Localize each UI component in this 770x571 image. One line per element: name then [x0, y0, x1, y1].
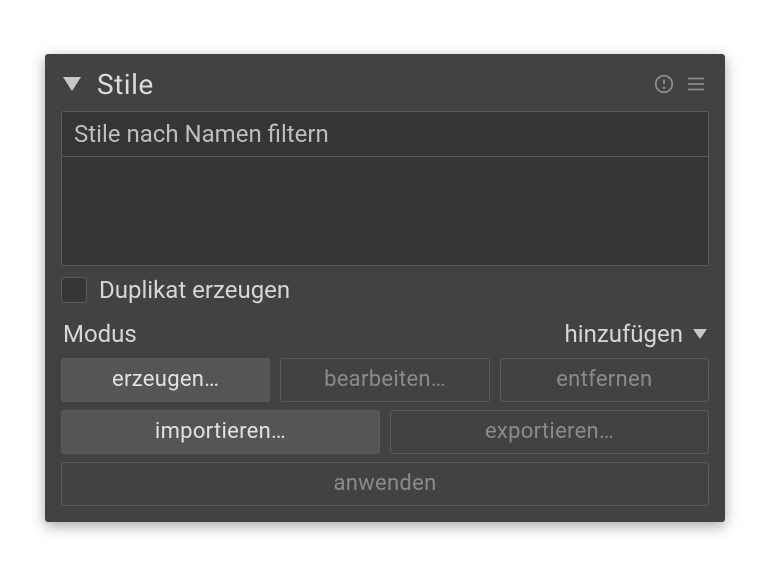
panel-header: Stile: [45, 54, 725, 111]
chevron-down-icon: [693, 329, 707, 339]
hamburger-menu-icon[interactable]: [685, 73, 707, 95]
disclosure-triangle-icon[interactable]: [63, 77, 81, 91]
import-button[interactable]: importieren…: [61, 410, 380, 454]
export-button[interactable]: exportieren…: [390, 410, 709, 454]
header-actions: [653, 73, 707, 95]
filter-input[interactable]: [61, 111, 709, 157]
styles-panel: Stile Duplikat erzeuge: [45, 54, 725, 522]
duplicate-checkbox[interactable]: [61, 277, 87, 303]
mode-dropdown[interactable]: hinzufügen: [565, 320, 707, 348]
reset-icon[interactable]: [653, 73, 675, 95]
create-button[interactable]: erzeugen…: [61, 358, 270, 402]
duplicate-label: Duplikat erzeugen: [99, 276, 290, 304]
apply-button[interactable]: anwenden: [61, 462, 709, 506]
remove-button[interactable]: entfernen: [500, 358, 709, 402]
styles-list[interactable]: [61, 154, 709, 266]
mode-value: hinzufügen: [565, 320, 683, 348]
panel-title: Stile: [97, 68, 653, 101]
edit-button[interactable]: bearbeiten…: [280, 358, 489, 402]
mode-label: Modus: [63, 320, 137, 348]
